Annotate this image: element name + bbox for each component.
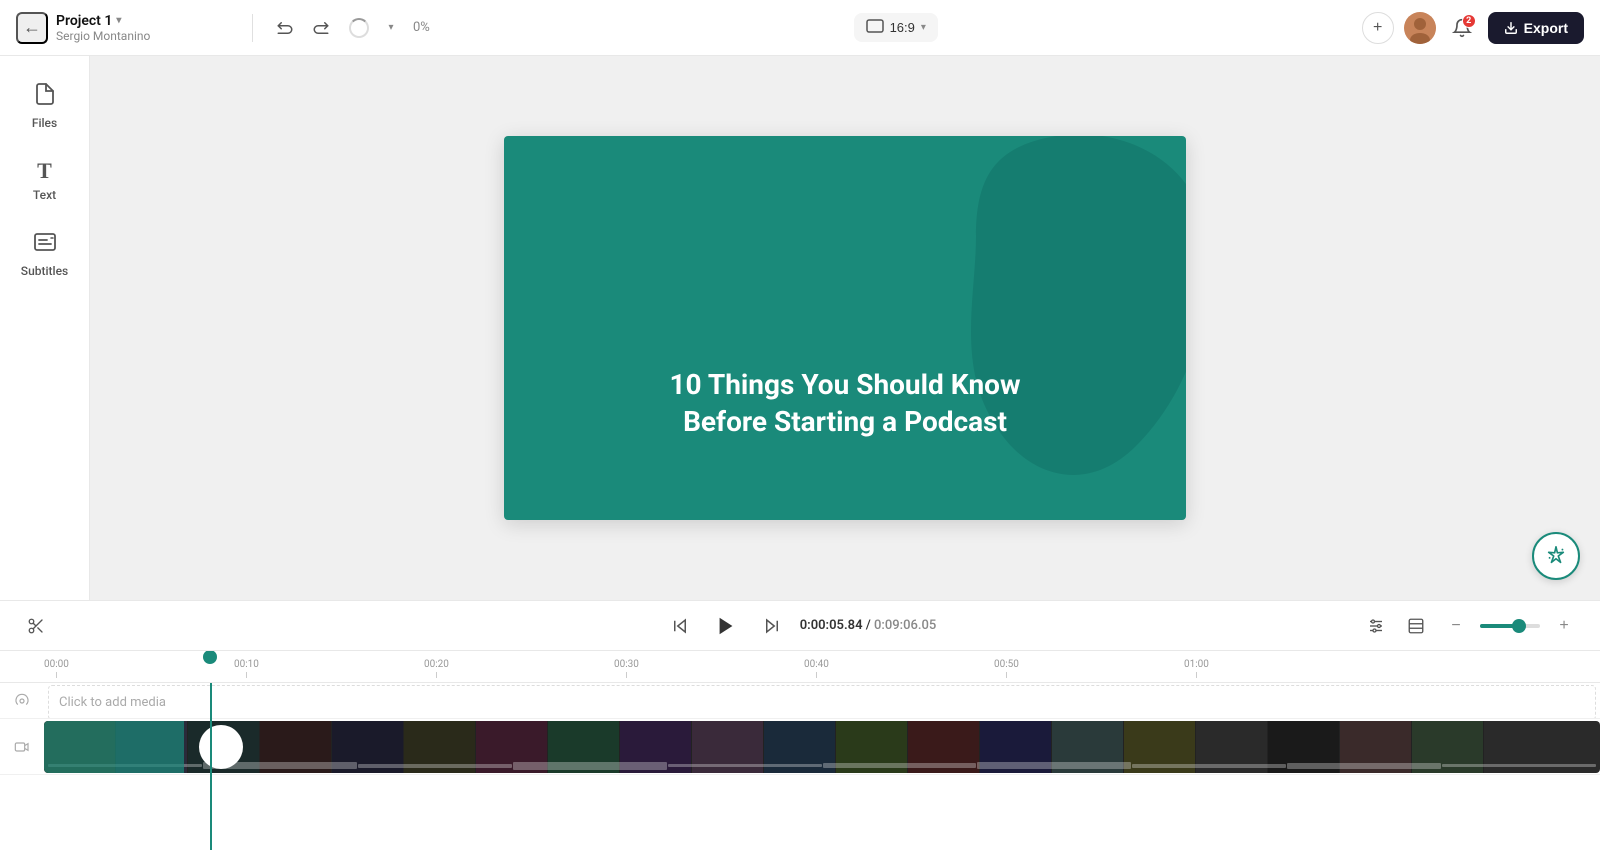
aspect-ratio-button[interactable]: 16:9 ▾: [854, 13, 938, 42]
avatar: [1404, 12, 1436, 44]
ruler-mark-2: 00:20: [424, 659, 449, 678]
aspect-ratio-icon: [866, 19, 884, 36]
subtitles-label: Subtitles: [21, 264, 68, 278]
audio-track-content: Click to add media: [44, 683, 1600, 718]
play-button[interactable]: [708, 608, 744, 644]
volume-thumb[interactable]: [1512, 619, 1526, 633]
main-area: Files T Text Subtitles 10 Things You Sho…: [0, 56, 1600, 600]
magic-icon: [1545, 545, 1567, 567]
header-left: ← Project 1 ▾ Sergio Montanino: [16, 12, 236, 44]
magic-button[interactable]: [1532, 532, 1580, 580]
project-dropdown-arrow: ▾: [116, 15, 121, 26]
header: ← Project 1 ▾ Sergio Montanino ▾ 0% 16:9…: [0, 0, 1600, 56]
notification-button[interactable]: 2: [1446, 12, 1478, 44]
tracks-container: Click to add media: [0, 683, 1600, 850]
files-icon: [33, 82, 57, 112]
export-label: Export: [1524, 20, 1568, 36]
transport-right: − +: [1360, 610, 1580, 642]
header-right: + 2 Export: [1362, 12, 1584, 44]
transport-bar: 0:00:05.84 / 0:09:06.05 − +: [0, 601, 1600, 651]
video-track-content[interactable]: [44, 721, 1600, 773]
canvas-title: 10 Things You Should Know Before Startin…: [504, 367, 1186, 440]
audio-track-icon: [0, 693, 44, 709]
rewind-button[interactable]: [664, 610, 696, 642]
ruler-mark-0: 00:00: [44, 659, 69, 678]
waveform: [44, 761, 1600, 771]
project-name[interactable]: Project 1 ▾: [56, 13, 150, 29]
add-media-label: Click to add media: [59, 695, 166, 710]
timecode-total: 0:09:06.05: [874, 618, 936, 633]
film-strip: [44, 721, 1600, 773]
export-button[interactable]: Export: [1488, 12, 1584, 44]
subtitles-icon: [33, 230, 57, 260]
timeline-ruler: 00:00 00:10 00:20 00:30 00:40: [0, 651, 1600, 683]
loading-dropdown[interactable]: ▾: [375, 12, 407, 44]
ruler-mark-3: 00:30: [614, 659, 639, 678]
back-button[interactable]: ←: [16, 12, 48, 44]
sidebar-item-files[interactable]: Files: [8, 72, 82, 140]
video-track-row: [0, 719, 1600, 775]
project-name-text: Project 1: [56, 13, 112, 29]
audio-track-row: Click to add media: [0, 683, 1600, 719]
project-user: Sergio Montanino: [56, 29, 150, 43]
canvas-title-line1: 10 Things You Should Know: [544, 367, 1146, 403]
scissors-button[interactable]: [20, 610, 52, 642]
track-avatar: [199, 725, 243, 769]
add-media-placeholder[interactable]: Click to add media: [48, 685, 1596, 718]
redo-button[interactable]: [305, 12, 337, 44]
volume-slider[interactable]: [1480, 624, 1540, 628]
add-user-button[interactable]: +: [1362, 12, 1394, 44]
timeline-layout-button[interactable]: [1400, 610, 1432, 642]
aspect-ratio-label: 16:9: [890, 20, 915, 35]
header-center: 16:9 ▾: [442, 13, 1350, 42]
canvas-title-line2: Before Starting a Podcast: [544, 404, 1146, 440]
zoom-in-button[interactable]: +: [1548, 610, 1580, 642]
text-icon: T: [37, 158, 52, 184]
ruler-mark-1: 00:10: [234, 659, 259, 678]
canvas-area: 10 Things You Should Know Before Startin…: [90, 56, 1600, 600]
avatar-wrap[interactable]: [1404, 12, 1436, 44]
spinner: [349, 18, 369, 38]
text-label: Text: [33, 188, 56, 202]
timecode: 0:00:05.84 / 0:09:06.05: [800, 618, 937, 633]
canvas-blob: [896, 136, 1186, 496]
ruler-mark-4: 00:40: [804, 659, 829, 678]
transport-left: [20, 610, 52, 642]
aspect-ratio-dropdown: ▾: [921, 22, 926, 33]
loading-percent: 0%: [413, 20, 430, 35]
undo-button[interactable]: [269, 12, 301, 44]
undo-redo-controls: [269, 12, 337, 44]
bottom-panel: 0:00:05.84 / 0:09:06.05 − +: [0, 600, 1600, 850]
timeline-settings-button[interactable]: [1360, 610, 1392, 642]
ruler-mark-5: 00:50: [994, 659, 1019, 678]
video-track-icon: [0, 739, 44, 755]
header-divider: [252, 14, 253, 42]
timecode-separator: /: [866, 618, 874, 633]
ruler-marks: 00:00 00:10 00:20 00:30 00:40: [44, 651, 1600, 678]
loading-indicator: ▾ 0%: [349, 12, 430, 44]
transport-center: 0:00:05.84 / 0:09:06.05: [664, 608, 937, 644]
volume-track: [1480, 624, 1540, 628]
timeline-area: 00:00 00:10 00:20 00:30 00:40: [0, 651, 1600, 850]
ruler-mark-6: 01:00: [1184, 659, 1209, 678]
video-canvas: 10 Things You Should Know Before Startin…: [504, 136, 1186, 520]
sidebar-item-text[interactable]: T Text: [8, 148, 82, 212]
files-label: Files: [32, 116, 57, 130]
sidebar-item-subtitles[interactable]: Subtitles: [8, 220, 82, 288]
notification-badge: 2: [1462, 14, 1476, 28]
timecode-current: 0:00:05.84: [800, 618, 863, 633]
teal-clip: [44, 721, 184, 773]
playhead-head: [203, 651, 217, 664]
fast-forward-button[interactable]: [756, 610, 788, 642]
zoom-out-button[interactable]: −: [1440, 610, 1472, 642]
project-info: Project 1 ▾ Sergio Montanino: [56, 13, 150, 43]
left-sidebar: Files T Text Subtitles: [0, 56, 90, 600]
